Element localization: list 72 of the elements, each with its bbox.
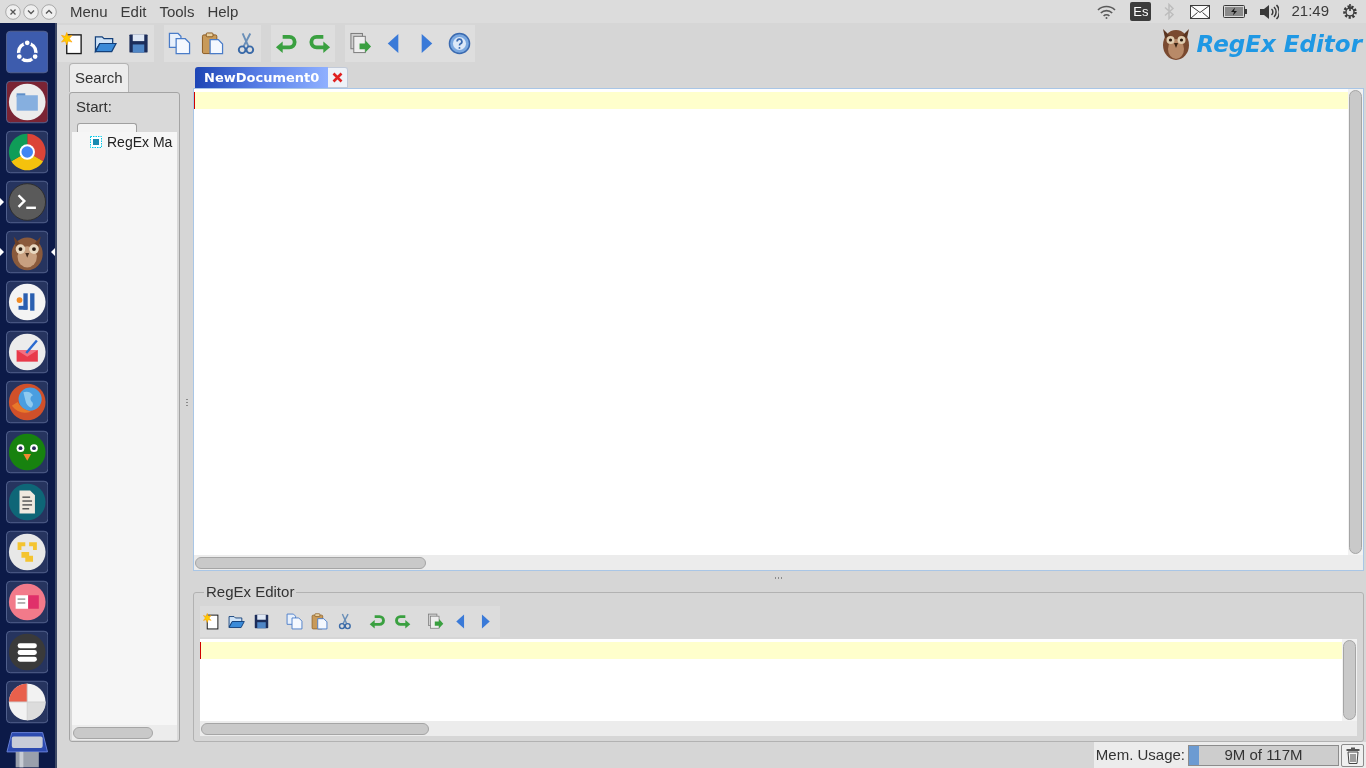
input-field[interactable] — [77, 123, 137, 132]
document-arrow-icon[interactable] — [427, 613, 444, 630]
horizontal-scrollbar[interactable] — [72, 725, 177, 740]
tree-item[interactable]: RegEx Ma — [72, 133, 173, 151]
close-icon — [332, 72, 344, 83]
panel-title: RegEx Editor — [205, 584, 296, 600]
owl-app-icon[interactable] — [5, 230, 49, 274]
new-file-icon[interactable] — [61, 32, 84, 55]
splitter-grip-icon[interactable] — [775, 576, 782, 579]
pie-chart-app-icon[interactable] — [5, 680, 49, 724]
code-editor-field[interactable] — [200, 639, 1342, 721]
document-tab[interactable]: NewDocument0 — [195, 67, 329, 88]
close-icon[interactable] — [5, 3, 21, 20]
memory-usage-label: Mem. Usage: — [1095, 744, 1185, 765]
puzzle-app-icon[interactable] — [5, 530, 49, 574]
envelope-icon[interactable] — [1190, 4, 1211, 19]
scissors-icon[interactable] — [336, 613, 353, 630]
menu-item[interactable]: Menu — [65, 1, 113, 22]
bird-app-icon[interactable] — [5, 430, 49, 474]
owl-logo-icon — [1160, 26, 1191, 61]
keyboard-layout-indicator[interactable]: Es — [1130, 2, 1152, 21]
scrollbar-thumb[interactable] — [73, 726, 153, 739]
minimize-icon[interactable] — [23, 3, 39, 20]
dash-home-icon[interactable] — [5, 30, 49, 74]
slides-app-icon[interactable] — [5, 580, 49, 624]
scrollbar-thumb[interactable] — [195, 556, 426, 569]
power-gear-icon[interactable] — [1342, 3, 1358, 20]
vertical-scrollbar[interactable] — [1343, 640, 1356, 720]
terminal-app-icon[interactable] — [5, 180, 49, 224]
logo-text: RegEx Editor — [1196, 29, 1362, 58]
undo-arrow-icon[interactable] — [369, 613, 386, 630]
splitter-grip-icon[interactable] — [185, 399, 188, 406]
clipboard-icon[interactable] — [311, 613, 328, 630]
browser-app-icon[interactable] — [5, 130, 49, 174]
document-arrow-icon[interactable] — [349, 32, 372, 55]
maximize-icon[interactable] — [41, 3, 57, 20]
horizontal-scrollbar[interactable] — [200, 721, 1357, 736]
open-folder-icon[interactable] — [228, 613, 245, 630]
wifi-icon[interactable] — [1097, 4, 1117, 19]
folder-app-icon[interactable] — [5, 80, 49, 124]
vertical-scrollbar[interactable] — [1349, 90, 1362, 554]
scrollbar-thumb[interactable] — [201, 722, 429, 735]
clipboard-icon[interactable] — [201, 32, 224, 55]
redo-arrow-icon[interactable] — [394, 613, 411, 630]
panel-tab[interactable]: Search — [69, 63, 129, 92]
tree-node-icon — [90, 136, 102, 148]
ide-app-icon[interactable] — [5, 280, 49, 324]
text-cursor — [194, 92, 195, 109]
database-app-icon[interactable] — [5, 630, 49, 674]
envelope-pen-app-icon[interactable] — [5, 330, 49, 374]
help-icon[interactable] — [448, 32, 471, 55]
trash-icon — [1345, 746, 1360, 764]
volume-icon[interactable] — [1259, 3, 1280, 20]
redo-arrow-icon[interactable] — [308, 32, 331, 55]
undo-arrow-icon[interactable] — [275, 32, 298, 55]
new-file-icon[interactable] — [203, 613, 220, 630]
globe-app-icon[interactable] — [5, 380, 49, 424]
menu-item[interactable]: Edit — [115, 1, 152, 22]
menu-item[interactable]: Help — [202, 1, 244, 22]
document-app-icon[interactable] — [5, 480, 49, 524]
menu-item[interactable]: Tools — [154, 1, 200, 22]
horizontal-scrollbar[interactable] — [194, 555, 1363, 570]
battery-icon[interactable] — [1223, 5, 1248, 18]
drive-icon[interactable] — [5, 730, 49, 768]
text-cursor — [200, 642, 201, 659]
start-label: Start: — [76, 98, 113, 116]
copy-icon[interactable] — [286, 613, 303, 630]
copy-icon[interactable] — [168, 32, 191, 55]
memory-reading: 9M of 117M — [1223, 745, 1304, 765]
clock-text[interactable]: 21:49 — [1291, 0, 1329, 23]
tab-close-button[interactable] — [328, 67, 349, 88]
garbage-collect-button[interactable] — [1341, 743, 1364, 767]
